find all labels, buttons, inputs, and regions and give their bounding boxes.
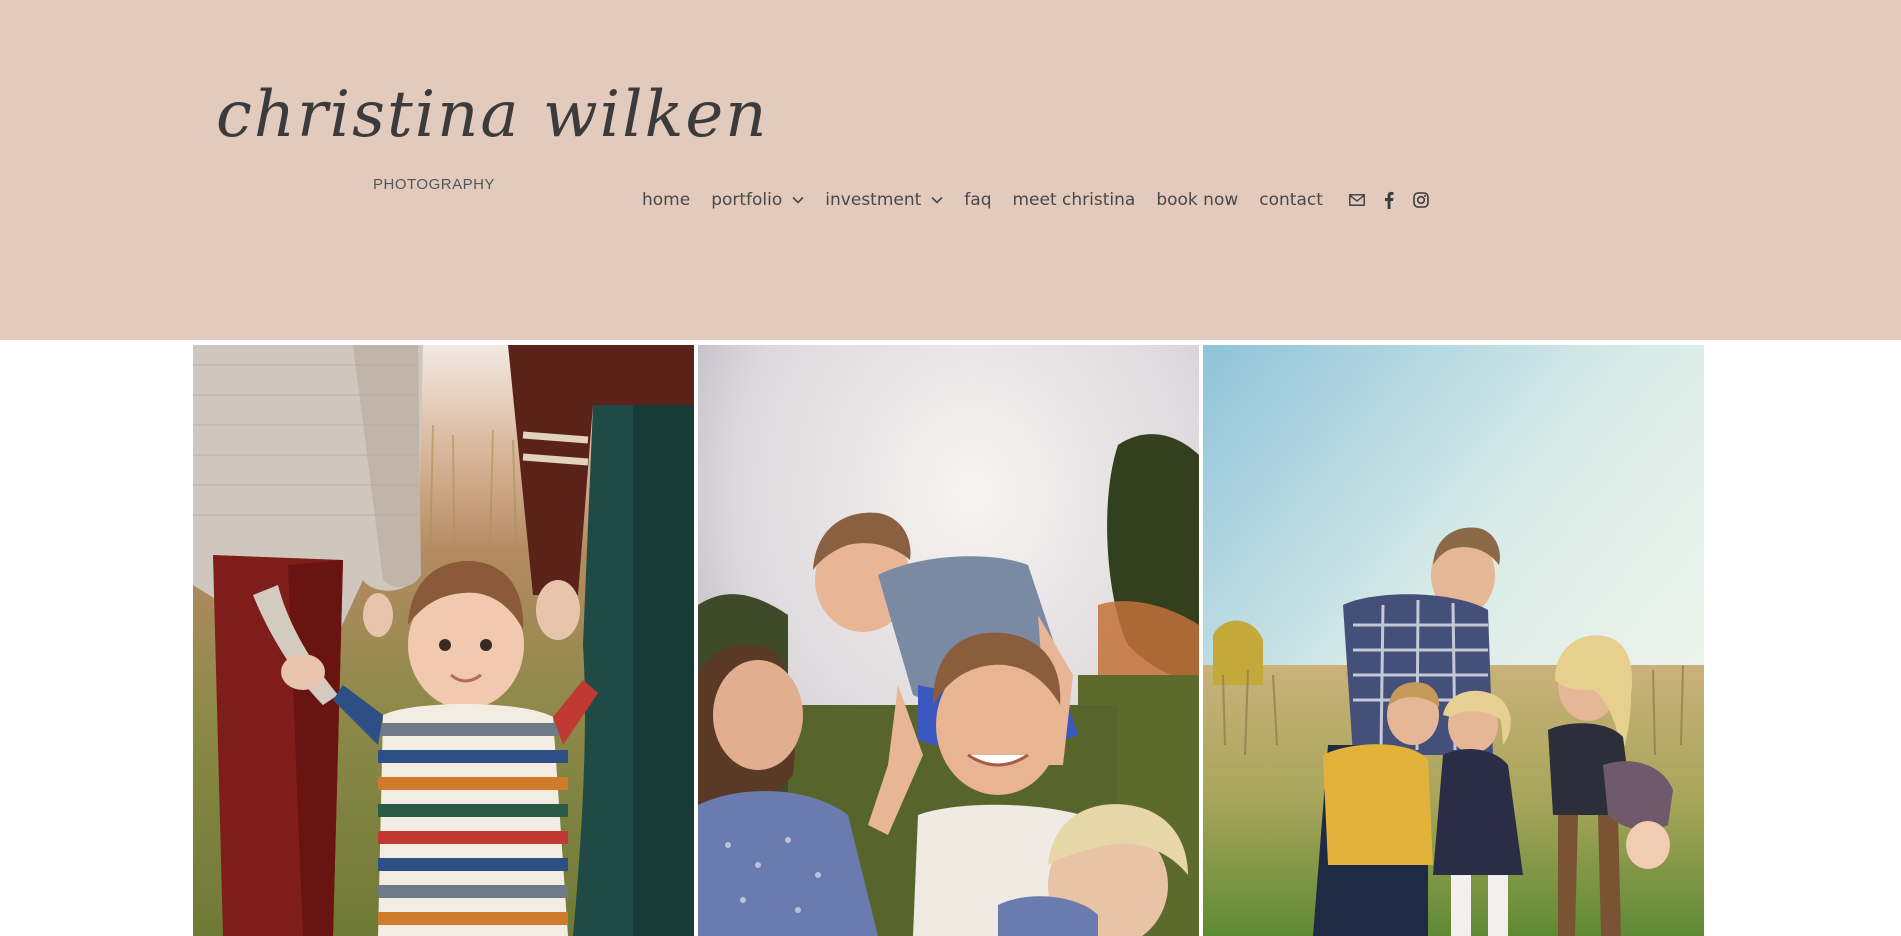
nav-item-meet-christina[interactable]: meet christina xyxy=(1013,190,1136,210)
logo-subtitle: PHOTOGRAPHY xyxy=(373,176,495,193)
nav-item-investment[interactable]: investment xyxy=(825,190,943,210)
chevron-down-icon xyxy=(931,196,943,204)
nav-item-label: portfolio xyxy=(711,190,783,210)
family-toddler-walking-photo xyxy=(193,345,694,936)
social-links xyxy=(1348,191,1444,209)
nav-item-book-now[interactable]: book now xyxy=(1156,190,1238,210)
gallery-photo-toddler[interactable] xyxy=(193,345,694,936)
nav-item-label: meet christina xyxy=(1012,190,1136,210)
logo-script-text: christina wilken xyxy=(216,78,769,152)
nav-item-label: investment xyxy=(825,190,922,210)
nav-item-label: book now xyxy=(1156,190,1239,210)
nav-item-label: faq xyxy=(964,190,992,210)
mail-icon[interactable] xyxy=(1348,191,1366,209)
nav-item-faq[interactable]: faq xyxy=(964,190,991,210)
main-nav: home portfolio investment faq meet chris… xyxy=(642,188,1444,212)
family-kiss-shoulders-photo xyxy=(698,345,1199,936)
nav-item-label: home xyxy=(642,190,691,210)
gallery-photo-kiss[interactable] xyxy=(698,345,1199,936)
chevron-down-icon xyxy=(792,196,804,204)
family-field-laughing-photo xyxy=(1203,345,1704,936)
site-header: christina wilken PHOTOGRAPHY home portfo… xyxy=(0,0,1901,340)
nav-item-home[interactable]: home xyxy=(642,190,690,210)
nav-item-contact[interactable]: contact xyxy=(1259,190,1323,210)
nav-item-portfolio[interactable]: portfolio xyxy=(711,190,804,210)
nav-item-label: contact xyxy=(1259,190,1323,210)
facebook-icon[interactable] xyxy=(1380,191,1398,209)
instagram-icon[interactable] xyxy=(1412,191,1430,209)
photo-gallery xyxy=(193,345,1705,936)
site-logo[interactable]: christina wilken PHOTOGRAPHY xyxy=(210,78,769,198)
gallery-photo-field[interactable] xyxy=(1203,345,1704,936)
